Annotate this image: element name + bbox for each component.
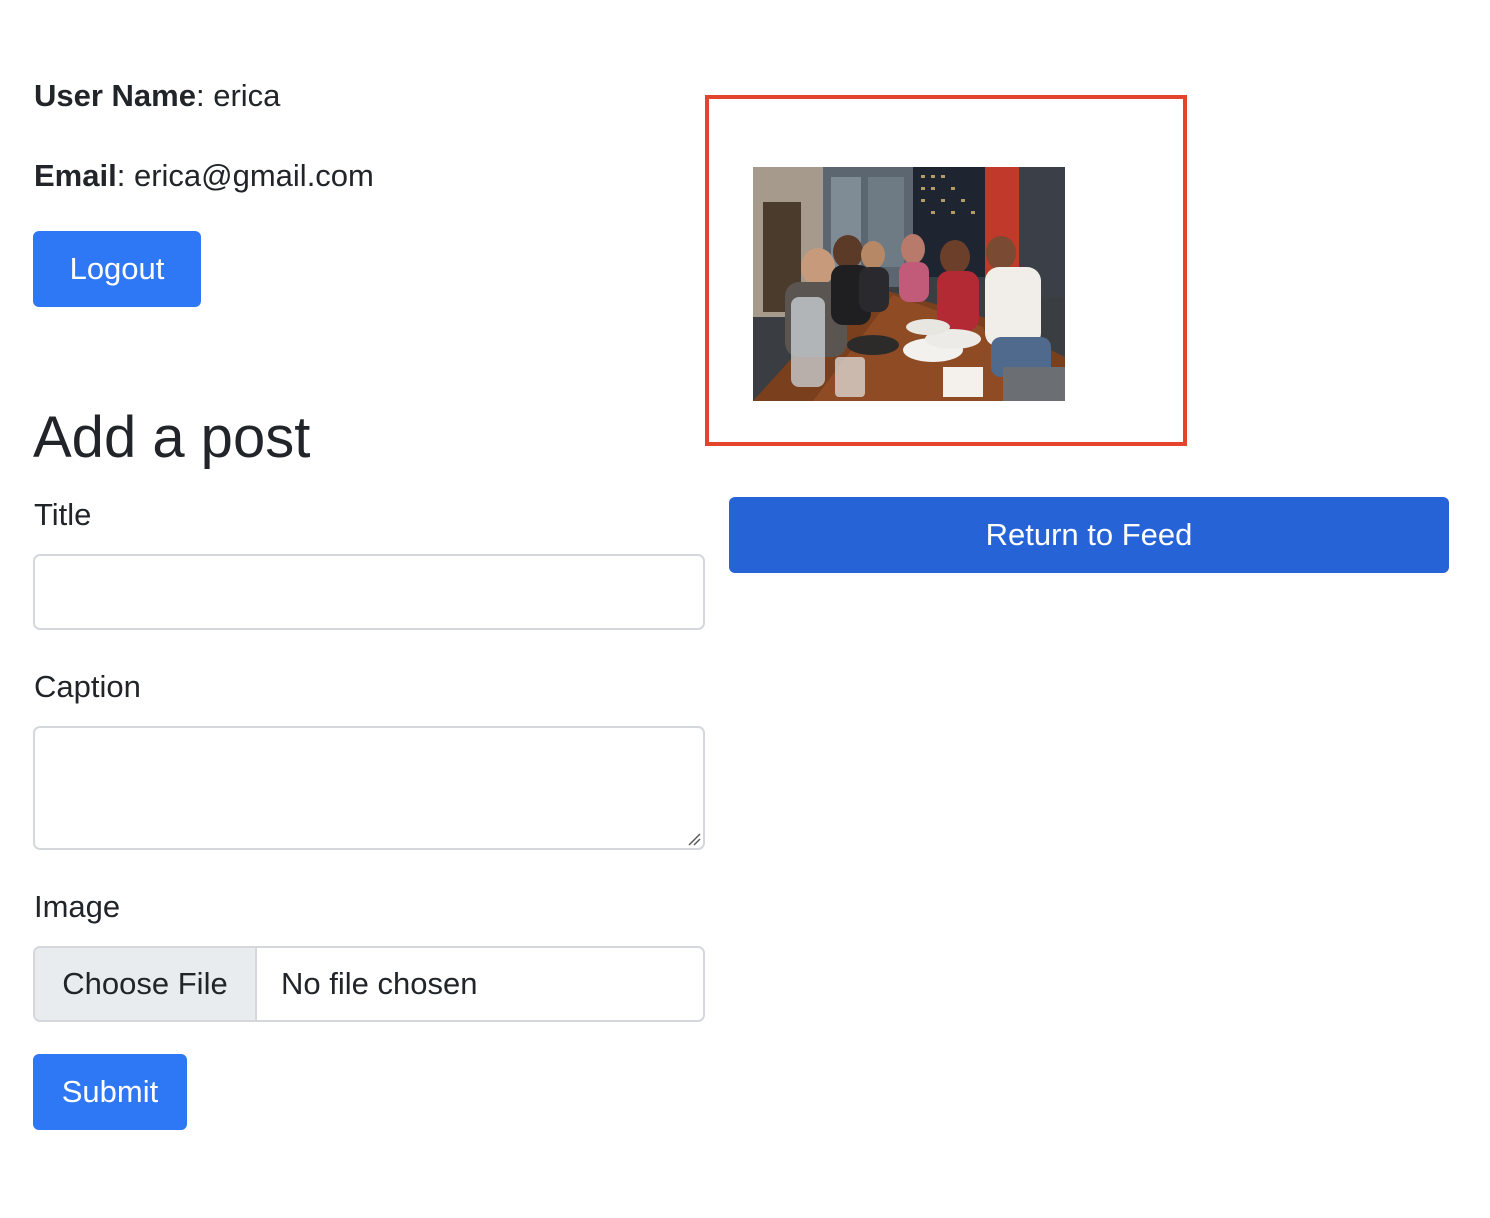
post-photo <box>753 167 1065 401</box>
profile-page: User Name: erica Email: erica@gmail.com … <box>0 0 1490 1218</box>
add-post-heading: Add a post <box>33 405 311 470</box>
caption-label: Caption <box>34 669 141 704</box>
email-label: Email <box>34 158 117 193</box>
file-status-text: No file chosen <box>281 966 478 1001</box>
username-label: User Name <box>34 78 196 113</box>
return-to-feed-button[interactable]: Return to Feed <box>729 497 1449 573</box>
choose-file-button[interactable]: Choose File <box>35 948 257 1020</box>
caption-field-wrap <box>33 726 705 850</box>
submit-button[interactable]: Submit <box>33 1054 187 1130</box>
logout-button[interactable]: Logout <box>33 231 201 307</box>
username-line: User Name: erica <box>34 78 281 113</box>
caption-textarea[interactable] <box>33 726 705 850</box>
title-input[interactable] <box>33 554 705 630</box>
email-line: Email: erica@gmail.com <box>34 158 374 193</box>
resize-grip-icon[interactable] <box>687 832 701 846</box>
image-file-input[interactable]: Choose File No file chosen <box>33 946 705 1022</box>
email-value: erica@gmail.com <box>133 158 374 193</box>
group-dinner-photo <box>753 167 1065 401</box>
image-label: Image <box>34 889 121 924</box>
title-label: Title <box>34 497 92 532</box>
username-value: erica <box>213 78 281 113</box>
